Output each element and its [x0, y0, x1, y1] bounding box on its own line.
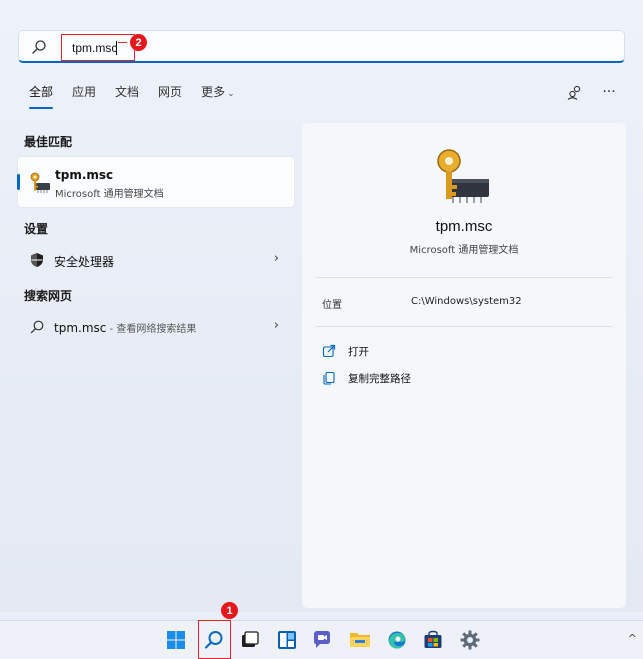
section-settings: 设置 [24, 222, 49, 236]
search-input[interactable] [61, 34, 135, 61]
web-search-suffix: - 查看网络搜索结果 [106, 324, 197, 335]
settings-result-security-processor[interactable]: 安全处理器 › [17, 245, 295, 275]
widgets-icon[interactable] [275, 628, 299, 652]
more-options-icon[interactable]: ··· [601, 84, 617, 100]
callout-badge-1: 1 [221, 602, 238, 619]
file-explorer-icon[interactable] [348, 628, 372, 652]
tab-more[interactable]: 更多 ⌄ [201, 84, 235, 104]
selection-indicator [17, 174, 20, 190]
location-label: 位置 [322, 300, 342, 311]
shield-icon [31, 253, 43, 267]
callout-badge-2: 2 [130, 34, 147, 51]
open-external-icon [322, 344, 336, 358]
best-match-title: tpm.msc [55, 168, 114, 182]
open-action[interactable]: 打开 [322, 342, 369, 360]
tray-chevron-icon[interactable]: ^ [628, 632, 637, 645]
key-chip-icon [437, 149, 489, 203]
start-icon[interactable] [164, 628, 188, 652]
web-search-result[interactable]: tpm.msc - 查看网络搜索结果 › [17, 312, 295, 342]
chat-icon[interactable] [311, 628, 335, 652]
web-search-query: tpm.msc [54, 321, 107, 335]
detail-subtitle: Microsoft 通用管理文档 [409, 245, 519, 256]
filter-tabs: 全部 应用 文档 网页 更多 ⌄ [29, 84, 254, 109]
search-bar[interactable] [18, 30, 625, 63]
tab-web[interactable]: 网页 [158, 84, 182, 104]
account-switch-icon[interactable] [567, 84, 583, 100]
copy-path-label: 复制完整路径 [348, 372, 411, 385]
search-icon [32, 40, 46, 54]
search-highlight-box [198, 620, 231, 659]
search-icon [30, 320, 44, 334]
store-icon[interactable] [421, 628, 445, 652]
settings-icon[interactable] [458, 628, 482, 652]
taskbar [0, 620, 643, 659]
settings-result-label: 安全处理器 [54, 255, 115, 269]
chevron-right-icon: › [273, 251, 279, 266]
chevron-down-icon: ⌄ [227, 89, 235, 99]
text-caret [116, 41, 117, 55]
divider [316, 277, 612, 278]
key-chip-icon [30, 172, 50, 193]
tab-documents[interactable]: 文档 [115, 84, 139, 104]
divider [316, 326, 612, 327]
open-action-label: 打开 [348, 345, 369, 358]
detail-title: tpm.msc [435, 218, 493, 235]
start-search-panel: 2 全部 应用 文档 网页 更多⌄ ··· 最佳匹配 tpm.msc Micro [0, 0, 643, 612]
section-web-search: 搜索网页 [24, 289, 73, 303]
task-view-icon[interactable] [238, 628, 262, 652]
tab-apps[interactable]: 应用 [72, 84, 96, 104]
result-detail-panel: tpm.msc Microsoft 通用管理文档 位置 C:\Windows\s… [302, 123, 626, 608]
edge-icon[interactable] [385, 628, 409, 652]
best-match-subtitle: Microsoft 通用管理文档 [55, 189, 164, 200]
best-match-result[interactable]: tpm.msc Microsoft 通用管理文档 [17, 156, 295, 208]
callout-connector [118, 42, 127, 43]
copy-path-action[interactable]: 复制完整路径 [322, 369, 411, 387]
copy-icon [323, 371, 335, 385]
chevron-right-icon: › [273, 318, 279, 333]
location-value: C:\Windows\system32 [411, 296, 522, 307]
tab-all[interactable]: 全部 [29, 84, 54, 109]
section-best-match: 最佳匹配 [24, 135, 73, 149]
